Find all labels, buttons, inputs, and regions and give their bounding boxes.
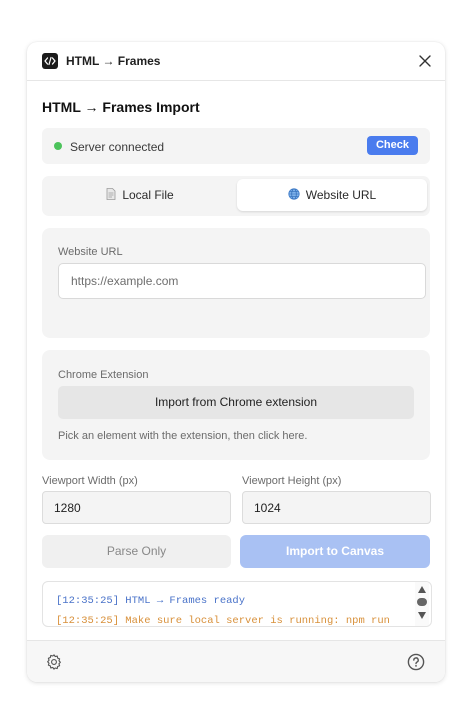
website-url-card: Website URL bbox=[42, 228, 430, 338]
window-title: HTML → Frames bbox=[66, 54, 161, 68]
viewport-width-input[interactable] bbox=[42, 491, 231, 524]
globe-icon bbox=[288, 180, 300, 212]
chrome-extension-label: Chrome Extension bbox=[58, 369, 149, 381]
viewport-height-label: Viewport Height (px) bbox=[242, 475, 342, 487]
code-icon bbox=[42, 53, 58, 69]
check-button[interactable]: Check bbox=[367, 136, 418, 155]
scroll-up-arrow-icon[interactable] bbox=[418, 586, 426, 593]
chrome-extension-card: Chrome Extension Import from Chrome exte… bbox=[42, 350, 430, 460]
import-to-canvas-button[interactable]: Import to Canvas bbox=[240, 535, 430, 568]
parse-only-button[interactable]: Parse Only bbox=[42, 535, 231, 568]
gear-icon[interactable] bbox=[45, 653, 63, 671]
help-icon[interactable] bbox=[407, 653, 425, 671]
log-scrollbar[interactable] bbox=[415, 582, 429, 626]
tab-local-file-label: Local File bbox=[122, 188, 174, 202]
viewport-width-label: Viewport Width (px) bbox=[42, 475, 138, 487]
page-title: HTML → Frames Import bbox=[42, 99, 200, 115]
tab-local-file[interactable]: Local File bbox=[45, 179, 235, 211]
website-url-input[interactable] bbox=[58, 263, 426, 299]
status-dot-icon bbox=[54, 142, 62, 150]
scroll-thumb[interactable] bbox=[417, 598, 427, 606]
website-url-label: Website URL bbox=[58, 246, 123, 258]
import-from-extension-button[interactable]: Import from Chrome extension bbox=[58, 386, 414, 419]
tab-website-url-label: Website URL bbox=[305, 188, 377, 202]
file-icon bbox=[106, 180, 116, 212]
log-line: [12:35:25] HTML → Frames ready bbox=[56, 595, 246, 607]
source-tabs: Local File Website URL bbox=[42, 176, 430, 216]
viewport-height-input[interactable] bbox=[242, 491, 431, 524]
footer-bar bbox=[27, 640, 445, 682]
extension-hint: Pick an element with the extension, then… bbox=[58, 430, 308, 442]
log-line: [12:35:25] Make sure local server is run… bbox=[56, 615, 390, 627]
status-text: Server connected bbox=[70, 140, 165, 154]
tab-website-url[interactable]: Website URL bbox=[237, 179, 427, 211]
scroll-down-arrow-icon[interactable] bbox=[418, 612, 426, 619]
log-console[interactable]: [12:35:25] HTML → Frames ready [12:35:25… bbox=[42, 581, 432, 627]
plugin-panel: HTML → Frames HTML → Frames Import Serve… bbox=[27, 42, 445, 682]
close-icon[interactable] bbox=[417, 53, 433, 69]
server-status-bar: Server connected Check bbox=[42, 128, 430, 164]
title-bar: HTML → Frames bbox=[27, 42, 445, 81]
